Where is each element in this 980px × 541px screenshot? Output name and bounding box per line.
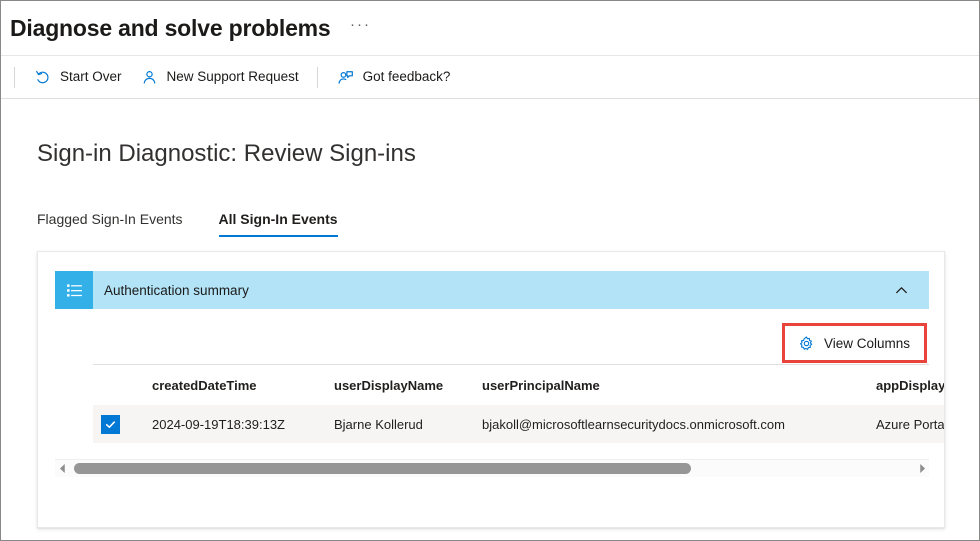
scroll-right-arrow[interactable]	[915, 460, 929, 477]
row-checkbox-checked[interactable]	[101, 414, 120, 434]
new-support-request-button[interactable]: New Support Request	[131, 61, 308, 93]
grid-horizontal-scrollbar[interactable]	[55, 459, 929, 477]
more-options-icon[interactable]: ···	[348, 15, 374, 41]
grid-toolbar: View Columns	[781, 323, 927, 363]
cell-appDisplayName: Azure Portal	[876, 416, 945, 432]
scrollbar-track[interactable]	[69, 460, 915, 477]
got-feedback-label: Got feedback?	[362, 69, 451, 85]
new-support-request-label: New Support Request	[166, 69, 299, 85]
column-header-createdDateTime[interactable]: createdDateTime	[152, 378, 334, 393]
view-columns-highlight: View Columns	[781, 323, 927, 363]
view-columns-label: View Columns	[823, 335, 910, 351]
start-over-button[interactable]: Start Over	[24, 61, 131, 93]
command-divider	[14, 66, 15, 88]
chevron-up-icon[interactable]	[890, 279, 912, 301]
scrollbar-thumb[interactable]	[74, 463, 691, 474]
row-select-cell[interactable]	[93, 414, 152, 434]
command-bar: Start Over New Support Request Got feedb…	[1, 56, 979, 99]
gear-icon	[798, 334, 816, 352]
app-window: Diagnose and solve problems ··· Start Ov…	[0, 0, 980, 541]
table-row[interactable]: 2024-09-19T18:39:13Z Bjarne Kollerud bja…	[93, 405, 945, 443]
page-title: Diagnose and solve problems	[10, 14, 331, 41]
cell-userPrincipalName: bjakoll@microsoftlearnsecuritydocs.onmic…	[482, 416, 785, 432]
column-header-userPrincipalName[interactable]: userPrincipalName	[482, 378, 876, 393]
content-area: Sign-in Diagnostic: Review Sign-ins Flag…	[1, 100, 979, 540]
scroll-left-arrow[interactable]	[55, 460, 69, 477]
restart-icon	[33, 68, 52, 87]
feedback-person-icon	[336, 68, 355, 87]
column-header-appDisplayName[interactable]: appDisplayName	[876, 378, 944, 393]
blade-title-bar: Diagnose and solve problems ···	[1, 1, 979, 56]
tab-flagged-sign-in-events[interactable]: Flagged Sign-In Events	[37, 211, 191, 237]
tab-all-sign-in-events[interactable]: All Sign-In Events	[218, 211, 348, 237]
cell-userDisplayName: Bjarne Kollerud	[334, 416, 423, 432]
section-heading: Sign-in Diagnostic: Review Sign-ins	[37, 140, 416, 167]
authentication-summary-card: Authentication summary View Columns crea…	[37, 251, 945, 528]
person-icon	[140, 68, 159, 87]
pivot-tabs: Flagged Sign-In Events All Sign-In Event…	[37, 203, 376, 237]
list-summary-icon	[55, 271, 93, 309]
authentication-summary-title: Authentication summary	[104, 282, 249, 298]
command-divider-2	[316, 66, 318, 88]
authentication-summary-header[interactable]: Authentication summary	[55, 271, 929, 309]
start-over-label: Start Over	[60, 69, 122, 85]
column-header-userDisplayName[interactable]: userDisplayName	[334, 378, 482, 393]
view-columns-button[interactable]: View Columns	[790, 330, 918, 356]
cell-createdDateTime: 2024-09-19T18:39:13Z	[152, 416, 285, 432]
grid-header-row: createdDateTime userDisplayName userPrin…	[93, 365, 944, 405]
got-feedback-button[interactable]: Got feedback?	[327, 61, 460, 93]
